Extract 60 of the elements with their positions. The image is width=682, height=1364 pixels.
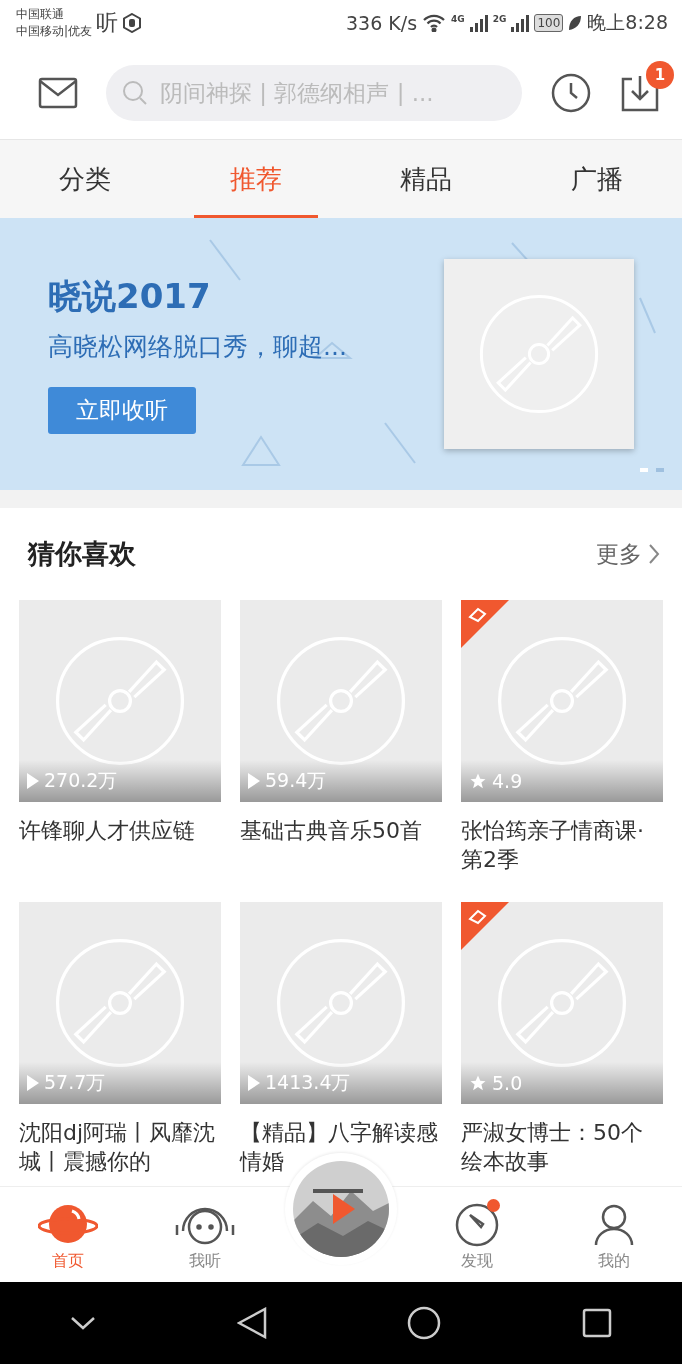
wifi-icon [422, 14, 447, 32]
album-title[interactable]: 基础古典音乐50首 [240, 816, 442, 874]
star-icon [469, 772, 487, 790]
listen-button[interactable]: 立即收听 [48, 387, 196, 434]
disc-icon [276, 938, 406, 1068]
disc-icon [55, 636, 185, 766]
disc-icon [497, 938, 627, 1068]
nav-tab[interactable]: 我听 [188, 1251, 221, 1272]
play-count: 1413.4万 [265, 1070, 351, 1095]
disc-icon [276, 636, 406, 766]
tab[interactable]: 推荐 [170, 140, 341, 218]
chevron-icon [648, 543, 660, 565]
play-icon [27, 773, 39, 789]
carrier-name: 中国联通 [16, 6, 65, 23]
banner-title: 晓说2017 [48, 275, 212, 318]
nav-tab[interactable]: 首页 [52, 1251, 85, 1272]
album-title[interactable]: 严淑女博士：50个绘本故事 [461, 1118, 663, 1176]
history-icon[interactable] [550, 71, 592, 114]
nav-tab[interactable]: 我的 [597, 1251, 630, 1272]
play-count: 59.4万 [265, 768, 327, 793]
album-title[interactable]: 许锋聊人才供应链 [19, 816, 221, 874]
play-count: 57.7万 [44, 1070, 106, 1095]
tab[interactable]: 分类 [0, 140, 171, 218]
carrier-name: 中国移动|优友 [16, 23, 93, 40]
play-icon [248, 1075, 260, 1091]
signal-icon [511, 14, 530, 32]
mail-icon[interactable] [38, 76, 78, 109]
play-count: 270.2万 [44, 768, 118, 793]
nav-tab[interactable]: 发现 [461, 1251, 494, 1272]
album-title[interactable]: 张怡筠亲子情商课·第2季 [461, 816, 663, 874]
play-icon [27, 1075, 39, 1091]
recents-icon[interactable] [581, 1308, 612, 1338]
banner-subtitle: 高晓松网络脱口秀，聊超... [48, 331, 348, 363]
disc-icon [55, 938, 185, 1068]
back-icon[interactable] [236, 1307, 267, 1339]
section-title: 猜你喜欢 [28, 537, 136, 571]
album-title[interactable]: 沈阳dj阿瑞丨风靡沈城丨震撼你的 [19, 1118, 221, 1176]
rating-value: 4.9 [492, 770, 523, 792]
leaf-icon [568, 15, 583, 31]
network-type: 4G [451, 14, 465, 24]
tab[interactable]: 广播 [511, 140, 682, 218]
banner[interactable]: 晓说2017 高晓松网络脱口秀，聊超... 立即收听 [0, 218, 682, 490]
star-icon [469, 1074, 487, 1092]
app-glyph: 听 [96, 9, 119, 37]
chevron-down-icon[interactable] [70, 1315, 97, 1331]
album-title[interactable]: 【精品】八字解读感情婚 [240, 1118, 442, 1176]
hand-icon [122, 13, 143, 33]
search-icon [122, 79, 148, 106]
signal-icon [469, 14, 488, 32]
network-type: 2G [492, 14, 507, 24]
home-icon[interactable] [407, 1306, 442, 1340]
clock-time: 晚上8:28 [587, 10, 668, 35]
battery-level: 100 [534, 14, 564, 32]
more-link[interactable]: 更多 [596, 538, 660, 570]
network-speed: 336 K/s [346, 12, 418, 34]
rating-value: 5.0 [492, 1072, 523, 1094]
tab[interactable]: 精品 [341, 140, 512, 218]
notification-badge: 1 [646, 60, 674, 89]
play-icon [248, 773, 260, 789]
disc-icon [497, 636, 627, 766]
